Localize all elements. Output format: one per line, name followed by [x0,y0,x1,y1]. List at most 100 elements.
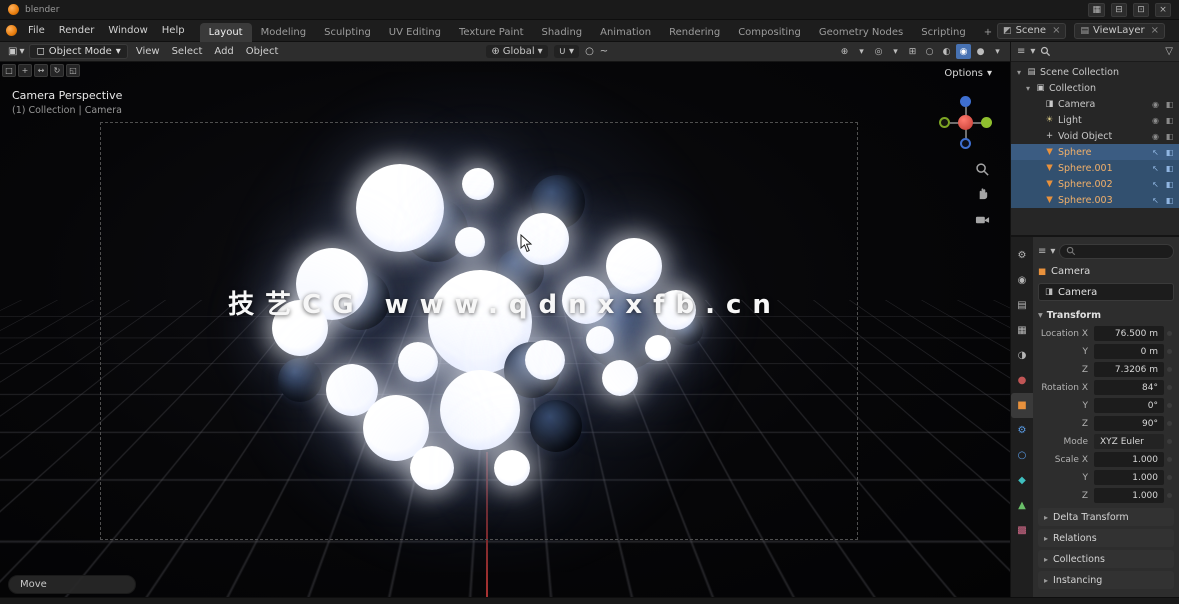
gizmo-z-neg-axis-icon[interactable] [960,138,971,149]
animate-property-icon[interactable] [1164,493,1174,498]
section-collections[interactable]: ▸ Collections [1038,550,1174,568]
props-tab-data[interactable]: ▲ [1011,493,1033,518]
gizmo-caret-icon[interactable]: ▾ [854,44,869,59]
selectability-icon[interactable]: ↖ [1150,148,1161,157]
close-icon[interactable]: × [1155,3,1171,17]
tab-uv-editing[interactable]: UV Editing [380,23,450,42]
animate-property-icon[interactable] [1164,367,1174,372]
tab-rendering[interactable]: Rendering [660,23,729,42]
overlays-toggle-icon[interactable]: ◎ [871,44,886,59]
viewport-menu-item[interactable]: Object [240,46,285,57]
properties-editor-caret-icon[interactable]: ▾ [1050,246,1055,257]
outliner-row-sphere-001[interactable]: ▼ Sphere.001 ↖ ◧ [1011,160,1179,176]
rotate-tool-icon[interactable]: ↻ [50,64,64,77]
viewport-3d[interactable]: 技艺CG www.qdnxxfb.cn □+↔↻◱ Camera Perspec… [0,62,1010,597]
animate-property-icon[interactable] [1164,421,1174,426]
gizmo-y-neg-axis-icon[interactable] [939,117,950,128]
glowing-sphere[interactable] [586,326,614,354]
glowing-sphere[interactable] [525,340,565,380]
props-tab-physics[interactable]: ○ [1011,443,1033,468]
render-visibility-icon[interactable]: ◧ [1164,180,1175,189]
display-mode-icon[interactable]: ▦ [1088,3,1105,17]
animate-property-icon[interactable] [1164,439,1174,444]
field-value[interactable]: 84° [1094,380,1164,395]
field-value[interactable]: 7.3206 m [1094,362,1164,377]
props-tab-world[interactable]: ● [1011,368,1033,393]
xray-toggle-icon[interactable]: ⊞ [905,44,920,59]
menu-item[interactable]: Help [155,25,192,36]
shading-rendered-icon[interactable]: ● [973,44,988,59]
glowing-sphere[interactable] [645,335,671,361]
props-tab-tool[interactable]: ⚙ [1011,243,1033,268]
render-visibility-icon[interactable]: ◧ [1164,196,1175,205]
transform-section-header[interactable]: ▾ Transform [1038,307,1174,324]
outliner-row-scene-collection[interactable]: ▾ ▤ Scene Collection [1011,64,1179,80]
outliner-row-sphere[interactable]: ▼ Sphere ↖ ◧ [1011,144,1179,160]
field-value[interactable]: 0 m [1094,344,1164,359]
object-name-field[interactable]: ◨ Camera [1038,283,1174,301]
tab-add-workspace[interactable]: + [975,23,997,42]
props-tab-view-layer[interactable]: ▦ [1011,318,1033,343]
render-visibility-icon[interactable]: ◧ [1164,148,1175,157]
scene-selector[interactable]: ◩ Scene × [997,23,1066,39]
properties-search-input[interactable] [1059,244,1174,259]
selectability-icon[interactable]: ◉ [1150,100,1161,109]
props-tab-render[interactable]: ◉ [1011,268,1033,293]
outliner-editor-icon[interactable]: ≡ [1017,46,1025,57]
menu-item[interactable]: Render [52,25,102,36]
glowing-sphere[interactable] [398,342,438,382]
outliner-row-sphere-002[interactable]: ▼ Sphere.002 ↖ ◧ [1011,176,1179,192]
dark-sphere[interactable] [530,400,582,452]
render-visibility-icon[interactable]: ◧ [1164,116,1175,125]
animate-property-icon[interactable] [1164,457,1174,462]
field-value[interactable]: 0° [1094,398,1164,413]
tab-scripting[interactable]: Scripting [912,23,974,42]
blender-menu-icon[interactable] [6,25,17,36]
menu-item[interactable]: Window [101,25,154,36]
navigation-gizmo[interactable] [938,95,994,151]
glowing-sphere[interactable] [455,227,485,257]
scene-unlink-icon[interactable]: × [1052,25,1060,36]
mode-selector[interactable]: ◻ Object Mode ▾ [29,44,127,59]
animate-property-icon[interactable] [1164,349,1174,354]
orientation-selector[interactable]: ⊕ Global ▾ [486,45,547,58]
selectability-icon[interactable]: ◉ [1150,116,1161,125]
animate-property-icon[interactable] [1164,385,1174,390]
shading-caret-icon[interactable]: ▾ [990,44,1005,59]
section-delta-transform[interactable]: ▸ Delta Transform [1038,508,1174,526]
gizmo-y-axis-icon[interactable] [981,117,992,128]
field-value[interactable]: 90° [1094,416,1164,431]
outliner-row-collection[interactable]: ▾ ▣ Collection [1011,80,1179,96]
blender-logo-icon[interactable] [8,4,19,15]
glowing-sphere[interactable] [410,446,454,490]
outliner-row-void-object[interactable]: + Void Object ◉ ◧ [1011,128,1179,144]
dark-sphere[interactable] [278,358,322,402]
outliner-row-camera[interactable]: ◨ Camera ◉ ◧ [1011,96,1179,112]
glowing-sphere[interactable] [462,168,494,200]
animate-property-icon[interactable] [1164,403,1174,408]
props-tab-constraints[interactable]: ◆ [1011,468,1033,493]
field-value[interactable]: 1.000 [1094,470,1164,485]
field-value[interactable]: 1.000 [1094,452,1164,467]
select-box-tool-icon[interactable]: □ [2,64,16,77]
render-visibility-icon[interactable]: ◧ [1164,100,1175,109]
editor-type-button[interactable]: ▣ ▾ [5,46,27,57]
viewport-menu-item[interactable]: Add [208,46,239,57]
outliner-search-icon[interactable] [1040,46,1051,57]
gizmo-toggle-icon[interactable]: ⊕ [837,44,852,59]
gizmo-z-axis-icon[interactable] [960,96,971,107]
glowing-sphere[interactable] [356,164,444,252]
selectability-icon[interactable]: ◉ [1150,132,1161,141]
tab-compositing[interactable]: Compositing [729,23,810,42]
field-value[interactable]: XYZ Euler [1094,434,1164,449]
screen-area-icon[interactable]: ⊡ [1133,3,1149,17]
shading-wireframe-icon[interactable]: ○ [922,44,937,59]
outliner-row-light[interactable]: ☀ Light ◉ ◧ [1011,112,1179,128]
props-tab-texture[interactable]: ▩ [1011,518,1033,543]
tab-animation[interactable]: Animation [591,23,660,42]
outliner-editor-caret-icon[interactable]: ▾ [1030,46,1035,57]
snap-toggle[interactable]: ∪ ▾ [554,45,579,58]
shading-material-icon[interactable]: ◉ [956,44,971,59]
selectability-icon[interactable]: ↖ [1150,180,1161,189]
viewlayer-remove-icon[interactable]: × [1151,25,1159,36]
